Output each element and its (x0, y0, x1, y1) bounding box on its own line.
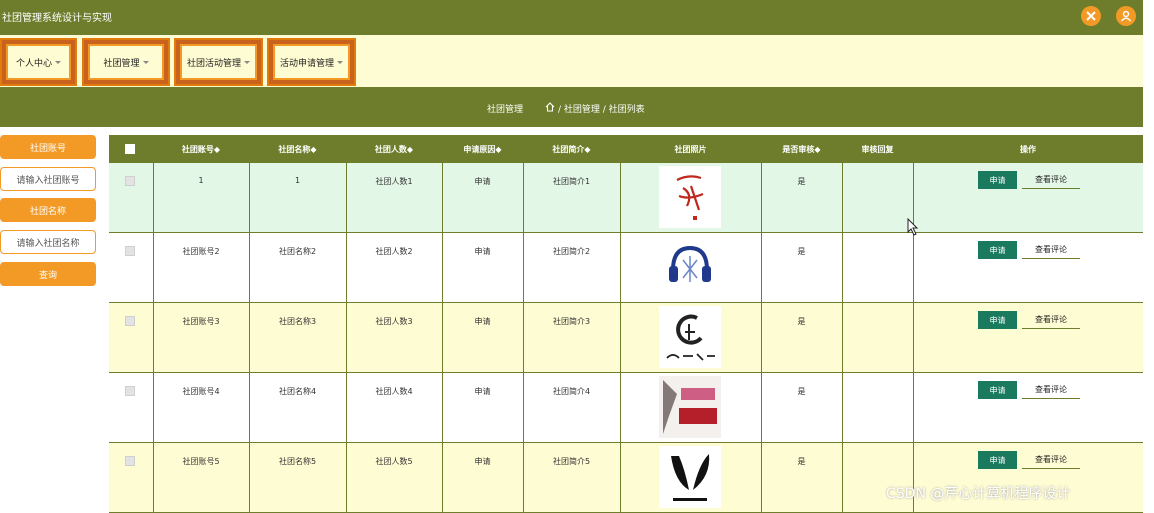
cell-intro: 社团简介5 (552, 457, 591, 466)
table-row: 1 1 社团人数1 申请 社团简介1 是 申请 查看评论 (109, 163, 1143, 233)
cell-reason: 申请 (474, 247, 491, 256)
close-icon[interactable] (1081, 6, 1101, 26)
app-title: 社团管理系统设计与实现 (2, 13, 112, 24)
cell-count: 社团人数2 (375, 247, 413, 256)
apply-button[interactable]: 申请 (978, 381, 1017, 399)
cell-count: 社团人数4 (375, 387, 413, 396)
cell-reason: 申请 (474, 177, 491, 186)
cell-name: 社团名称3 (278, 317, 317, 326)
cell-account: 社团账号4 (182, 387, 220, 396)
cell-name: 社团名称5 (278, 457, 317, 466)
nav-label: 个人中心 (15, 58, 52, 69)
nav-club-management[interactable]: 社团管理 (82, 38, 170, 86)
chevron-down-icon (337, 60, 343, 64)
table-row: 社团账号2 社团名称2 社团人数2 申请 社团简介2 是 申请 查看评论 (109, 233, 1143, 303)
view-comments-button[interactable]: 查看评论 (1022, 451, 1080, 469)
chevron-down-icon (55, 60, 61, 64)
cell-account: 社团账号5 (182, 457, 220, 466)
cell-account: 社团账号3 (182, 317, 220, 326)
col-count[interactable]: 社团人数◆ (346, 144, 442, 155)
nav-label: 活动申请管理 (279, 58, 334, 69)
breadcrumb-bar: 社团管理 / 社团管理 / 社团列表 (0, 87, 1143, 127)
club-photo (659, 166, 721, 228)
table-header: 社团账号◆ 社团名称◆ 社团人数◆ 申请原因◆ 社团简介◆ 社团照片 是否审核◆… (109, 135, 1143, 163)
cell-intro: 社团简介2 (552, 247, 591, 256)
club-photo (659, 376, 721, 438)
chevron-down-icon (244, 60, 250, 64)
cell-intro: 社团简介3 (552, 317, 591, 326)
cell-intro: 社团简介4 (552, 387, 591, 396)
cell-reason: 申请 (474, 387, 491, 396)
user-icon[interactable] (1116, 6, 1136, 26)
apply-button[interactable]: 申请 (978, 241, 1017, 259)
apply-button[interactable]: 申请 (978, 171, 1017, 189)
name-search-input[interactable]: 请输入社团名称 (0, 230, 96, 254)
cell-reason: 申请 (474, 457, 491, 466)
page-title: 社团管理 (487, 105, 524, 115)
top-bar: 社团管理系统设计与实现 (0, 0, 1143, 35)
col-intro[interactable]: 社团简介◆ (523, 144, 620, 155)
table-row: 社团账号3 社团名称3 社团人数3 申请 社团简介3 是 申请 查看评论 (109, 303, 1143, 373)
apply-button[interactable]: 申请 (978, 451, 1017, 469)
nav-activity-application-management[interactable]: 活动申请管理 (267, 38, 356, 86)
cell-audit: 是 (797, 177, 806, 186)
club-photo (659, 306, 721, 368)
view-comments-button[interactable]: 查看评论 (1022, 171, 1080, 189)
breadcrumb-path: / 社团管理 / 社团列表 (558, 105, 645, 115)
cell-audit: 是 (797, 247, 806, 256)
nav-label: 社团活动管理 (186, 58, 241, 69)
home-icon[interactable] (545, 102, 558, 115)
col-account[interactable]: 社团账号◆ (153, 144, 249, 155)
cell-count: 社团人数5 (375, 457, 413, 466)
apply-button[interactable]: 申请 (978, 311, 1017, 329)
view-comments-button[interactable]: 查看评论 (1022, 381, 1080, 399)
account-search-input[interactable]: 请输入社团账号 (0, 167, 96, 191)
row-checkbox[interactable] (125, 316, 135, 326)
cell-name: 1 (294, 176, 301, 185)
nav-personal-center[interactable]: 个人中心 (0, 38, 77, 86)
cell-count: 社团人数3 (375, 317, 413, 326)
cell-count: 社团人数1 (375, 177, 413, 186)
table-row: 社团账号4 社团名称4 社团人数4 申请 社团简介4 是 申请 查看评论 (109, 373, 1143, 443)
row-checkbox[interactable] (125, 246, 135, 256)
row-checkbox[interactable] (125, 386, 135, 396)
cell-intro: 社团简介1 (552, 177, 591, 186)
nav-label: 社团管理 (103, 58, 140, 69)
cursor-icon (907, 217, 919, 240)
cell-audit: 是 (797, 457, 806, 466)
main-nav: 个人中心 社团管理 社团活动管理 活动申请管理 (0, 35, 1143, 87)
club-photo (659, 446, 721, 508)
cell-reason: 申请 (474, 317, 491, 326)
col-reply: 审核回复 (861, 145, 894, 154)
cell-audit: 是 (797, 317, 806, 326)
view-comments-button[interactable]: 查看评论 (1022, 241, 1080, 259)
row-checkbox[interactable] (125, 176, 135, 186)
view-comments-button[interactable]: 查看评论 (1022, 311, 1080, 329)
row-checkbox[interactable] (125, 456, 135, 466)
cell-account: 社团账号2 (182, 247, 220, 256)
cell-account: 1 (198, 176, 204, 185)
name-label: 社团名称 (0, 198, 96, 222)
club-photo (659, 236, 721, 298)
col-name[interactable]: 社团名称◆ (249, 144, 346, 155)
watermark: CSDN @芹心计算机程序设计 (886, 486, 1071, 502)
breadcrumb: / 社团管理 / 社团列表 (545, 102, 645, 115)
cell-name: 社团名称2 (278, 247, 317, 256)
cell-audit: 是 (797, 387, 806, 396)
col-actions: 操作 (1020, 145, 1036, 154)
cell-name: 社团名称4 (278, 387, 317, 396)
col-reason[interactable]: 申请原因◆ (442, 144, 523, 155)
select-all-checkbox[interactable] (125, 144, 135, 154)
search-button[interactable]: 查询 (0, 262, 96, 286)
col-audit[interactable]: 是否审核◆ (761, 144, 842, 155)
account-label: 社团账号 (0, 135, 96, 159)
chevron-down-icon (142, 60, 149, 64)
nav-club-activity-management[interactable]: 社团活动管理 (174, 38, 263, 86)
col-photo: 社团照片 (674, 145, 707, 154)
